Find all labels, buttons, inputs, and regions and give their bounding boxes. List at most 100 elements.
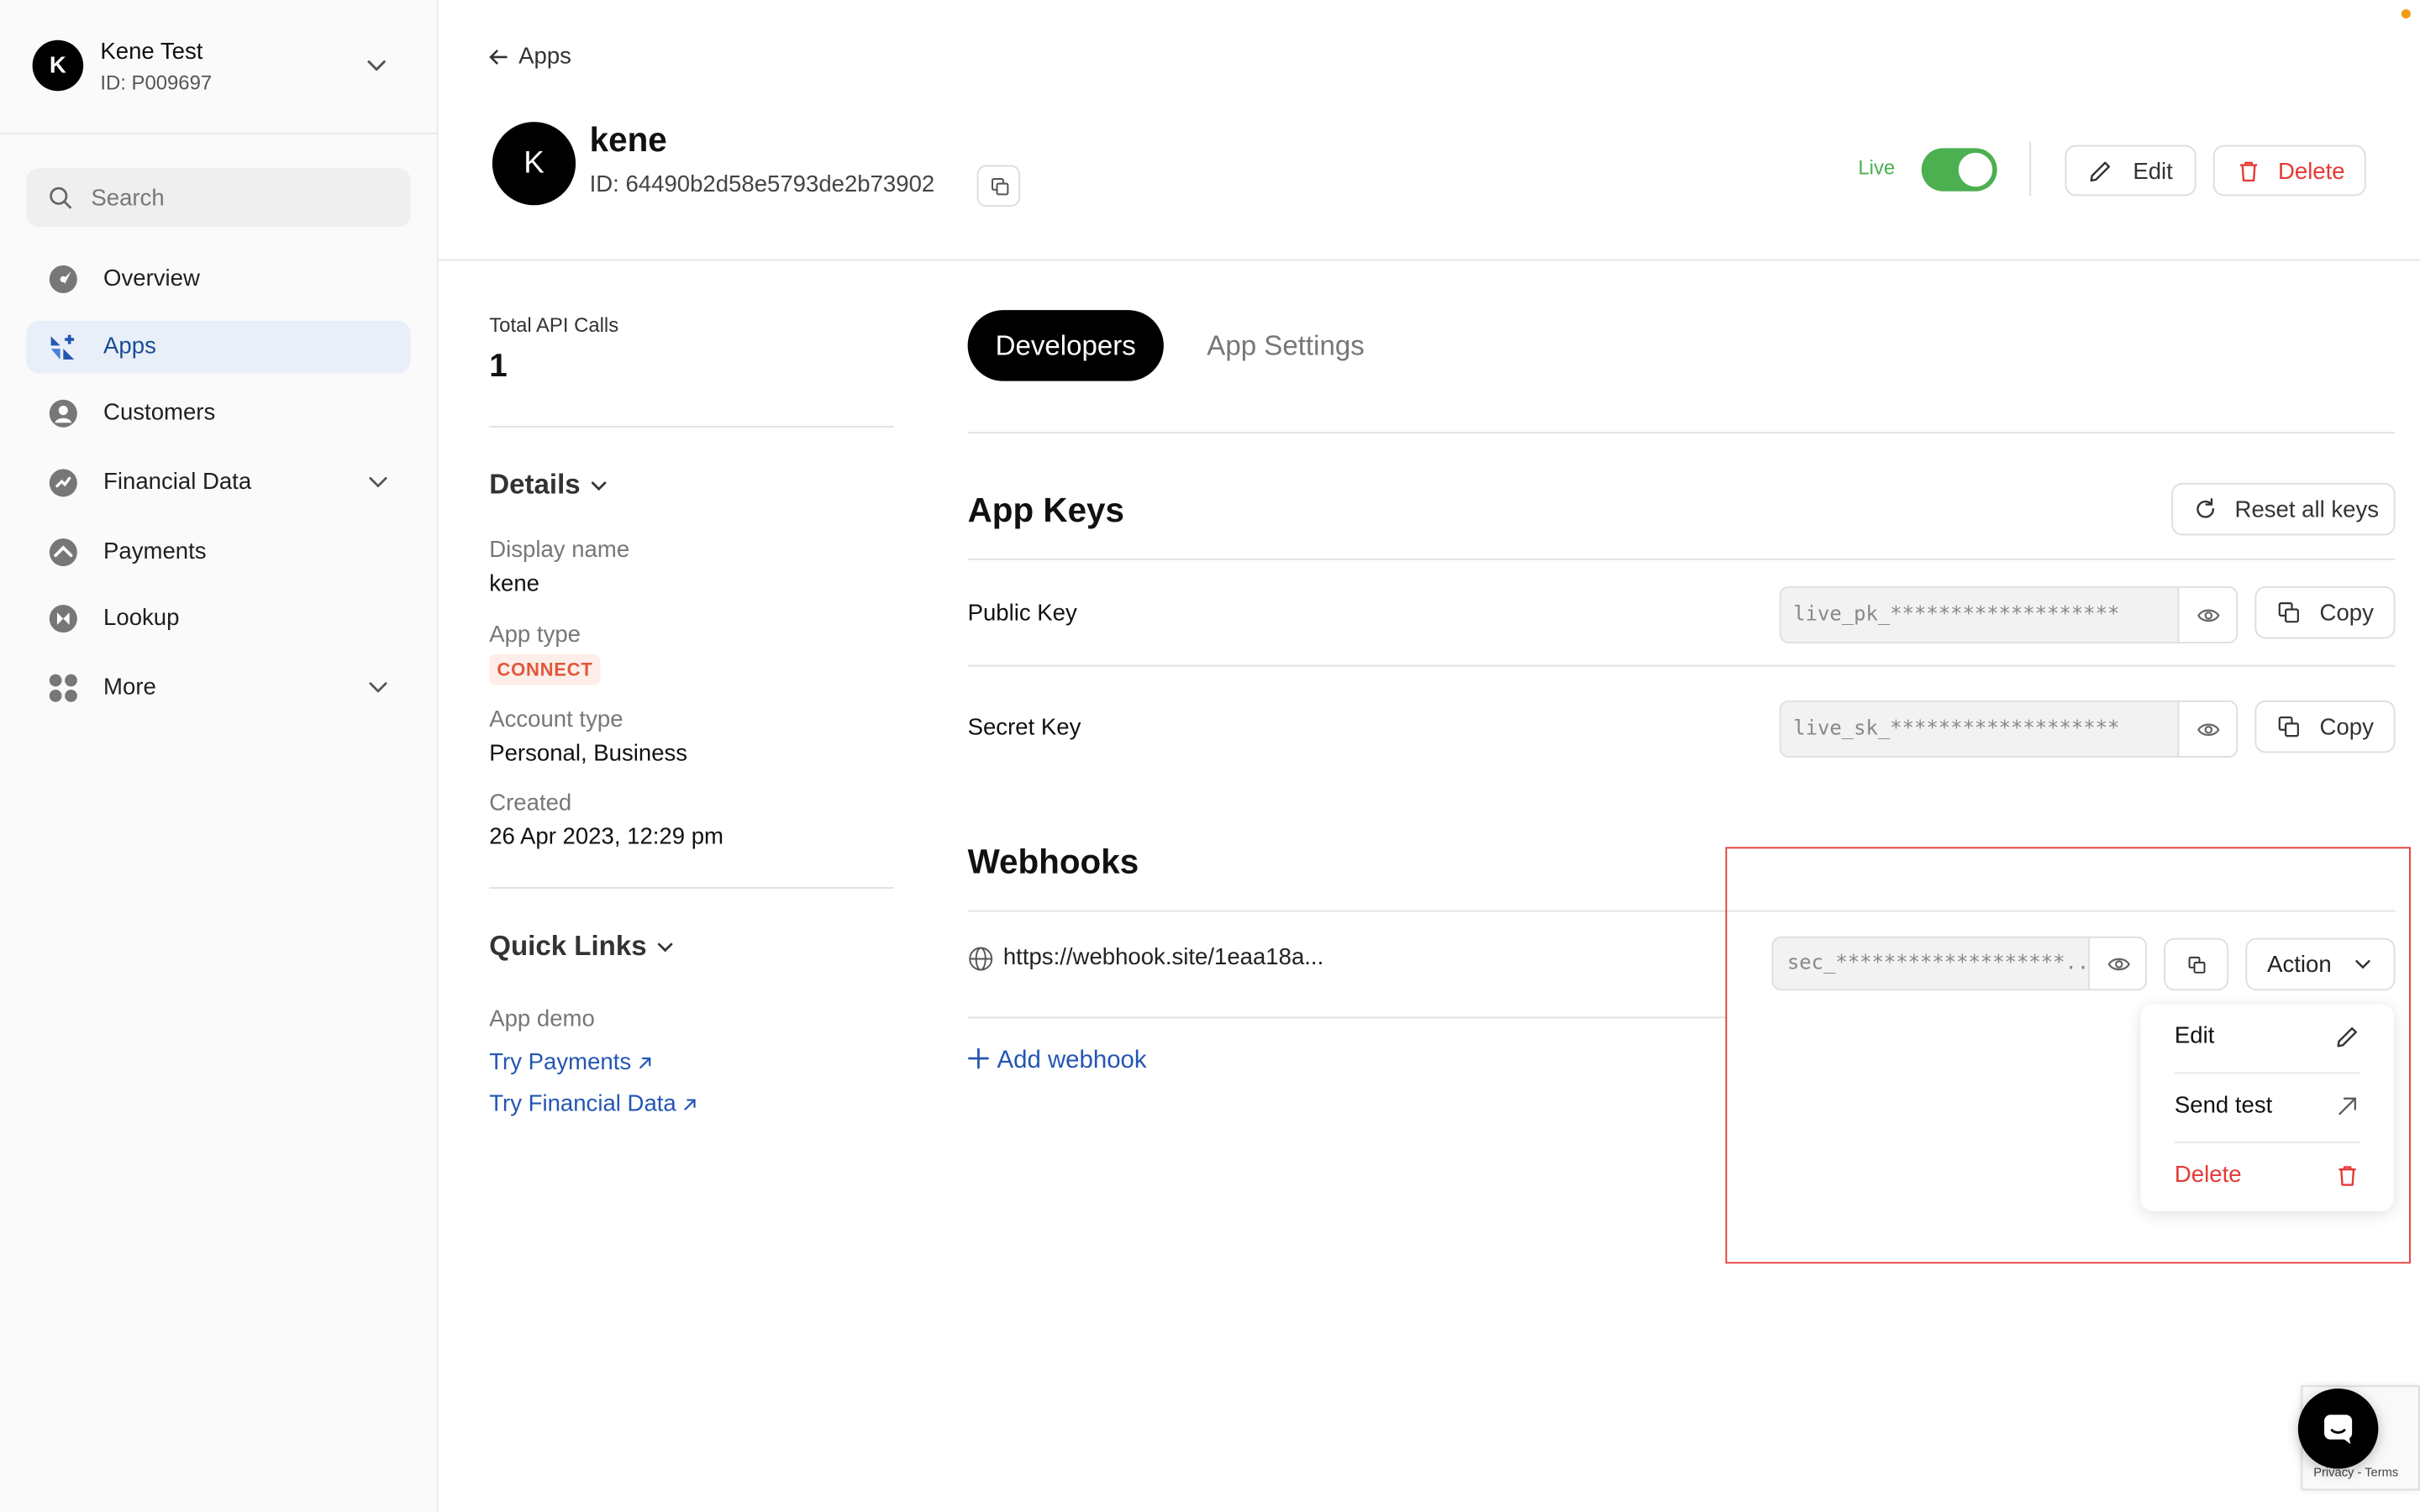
reset-keys-label: Reset all keys xyxy=(2234,496,2380,523)
quick-links-heading: Quick Links xyxy=(489,930,647,962)
link-label: Try Financial Data xyxy=(489,1090,676,1117)
search-placeholder: Search xyxy=(91,185,165,212)
sidebar-item-label: Financial Data xyxy=(103,469,252,496)
chevron-down-icon[interactable] xyxy=(364,55,388,77)
tab-developers[interactable]: Developers xyxy=(967,310,1164,381)
org-name: Kene Test xyxy=(100,38,203,66)
public-key-label: Public Key xyxy=(967,600,1077,627)
app-keys-heading: App Keys xyxy=(967,491,1125,529)
customers-icon xyxy=(49,399,77,428)
copy-icon xyxy=(991,178,1009,196)
sidebar-item-label: Customers xyxy=(103,399,216,426)
account-type-value: Personal, Business xyxy=(489,740,688,767)
copy-icon xyxy=(2278,602,2299,623)
divider xyxy=(967,432,2396,434)
copy-label: Copy xyxy=(2319,714,2374,741)
webhook-url: https://webhook.site/1eaa18a... xyxy=(1002,944,1324,971)
live-label: Live xyxy=(1858,155,1896,180)
app-type-badge: CONNECT xyxy=(489,654,601,685)
overview-icon xyxy=(49,265,77,293)
copy-icon xyxy=(2278,716,2299,738)
secret-key-field[interactable]: live_sk_******************* xyxy=(1779,700,2238,758)
account-type-label: Account type xyxy=(489,706,623,733)
divider xyxy=(967,664,2396,667)
refresh-icon xyxy=(2196,497,2215,518)
chevron-down-icon xyxy=(657,943,673,953)
status-dot xyxy=(2401,9,2411,19)
lookup-icon xyxy=(49,604,77,633)
sidebar-item-label: Apps xyxy=(103,333,156,360)
copy-public-key-button[interactable]: Copy xyxy=(2254,585,2396,639)
app-demo-label: App demo xyxy=(489,1005,595,1032)
pencil-icon xyxy=(2090,161,2111,182)
recaptcha-text: Privacy - Terms xyxy=(2313,1465,2399,1480)
details-toggle[interactable]: Details xyxy=(489,469,608,501)
sidebar-item-label: More xyxy=(103,674,156,701)
app-type-label: App type xyxy=(489,622,581,648)
search-input[interactable]: Search xyxy=(26,168,411,227)
webhooks-heading: Webhooks xyxy=(967,842,1139,881)
reset-keys-button[interactable]: Reset all keys xyxy=(2171,482,2396,536)
trash-icon xyxy=(2239,161,2258,182)
more-icon xyxy=(49,674,77,702)
display-name-value: kene xyxy=(489,570,539,597)
live-toggle[interactable] xyxy=(1921,148,1997,192)
try-payments-link[interactable]: Try Payments xyxy=(489,1049,653,1075)
copy-id-button[interactable] xyxy=(976,165,1021,207)
back-link-label: Apps xyxy=(518,43,571,70)
display-name-label: Display name xyxy=(489,537,630,564)
delete-button-label: Delete xyxy=(2277,159,2345,186)
sidebar-item-lookup[interactable]: Lookup xyxy=(26,592,410,644)
apps-icon xyxy=(50,334,75,360)
financial-data-icon xyxy=(49,469,77,497)
quick-links-toggle[interactable]: Quick Links xyxy=(489,931,674,963)
total-api-calls-label: Total API Calls xyxy=(489,312,619,337)
plus-icon xyxy=(968,1047,989,1069)
payments-icon xyxy=(49,538,77,567)
globe-icon xyxy=(969,947,993,971)
total-api-calls-value: 1 xyxy=(489,349,508,385)
chevron-down-icon[interactable] xyxy=(367,679,389,697)
details-heading: Details xyxy=(489,469,581,501)
divider xyxy=(489,887,894,889)
secret-key-label: Secret Key xyxy=(967,714,1081,741)
public-key-field[interactable]: live_pk_******************* xyxy=(1779,585,2238,643)
highlight-box xyxy=(1725,847,2411,1264)
tab-app-settings[interactable]: App Settings xyxy=(1207,310,1364,381)
edit-button-label: Edit xyxy=(2133,159,2173,186)
page-title: kene xyxy=(589,120,667,160)
copy-secret-key-button[interactable]: Copy xyxy=(2254,700,2396,753)
try-financial-data-link[interactable]: Try Financial Data xyxy=(489,1091,697,1117)
divider xyxy=(967,1016,1728,1019)
secret-key-value: live_sk_******************* xyxy=(1781,701,2180,756)
sidebar-item-apps[interactable]: Apps xyxy=(26,321,411,374)
sidebar-item-payments[interactable]: Payments xyxy=(26,526,410,578)
eye-icon[interactable] xyxy=(2196,717,2221,742)
sidebar-item-customers[interactable]: Customers xyxy=(26,387,410,439)
chevron-down-icon xyxy=(591,481,607,491)
created-value: 26 Apr 2023, 12:29 pm xyxy=(489,823,724,851)
divider xyxy=(2029,141,2032,197)
external-link-icon xyxy=(684,1099,696,1110)
add-webhook-button[interactable]: Add webhook xyxy=(968,1047,1147,1075)
chat-icon xyxy=(2324,1415,2353,1445)
edit-button[interactable]: Edit xyxy=(2065,144,2196,197)
eye-icon[interactable] xyxy=(2196,603,2221,627)
arrow-left-icon xyxy=(489,50,508,65)
chat-launcher-button[interactable] xyxy=(2297,1389,2379,1469)
copy-label: Copy xyxy=(2319,600,2374,627)
sidebar-item-label: Lookup xyxy=(103,604,180,632)
divider xyxy=(967,558,2396,560)
divider xyxy=(489,425,894,428)
toggle-knob xyxy=(1958,152,1993,187)
org-avatar: K xyxy=(32,39,84,92)
org-switcher[interactable]: K Kene Test ID: P009697 xyxy=(0,0,439,134)
chevron-down-icon[interactable] xyxy=(367,474,389,492)
org-id: ID: P009697 xyxy=(100,71,213,95)
add-webhook-label: Add webhook xyxy=(997,1047,1147,1074)
sidebar-item-financial-data[interactable]: Financial Data xyxy=(26,457,410,509)
sidebar-item-more[interactable]: More xyxy=(26,662,410,714)
delete-button[interactable]: Delete xyxy=(2212,144,2366,197)
public-key-value: live_pk_******************* xyxy=(1781,587,2180,643)
sidebar-item-overview[interactable]: Overview xyxy=(26,253,410,305)
